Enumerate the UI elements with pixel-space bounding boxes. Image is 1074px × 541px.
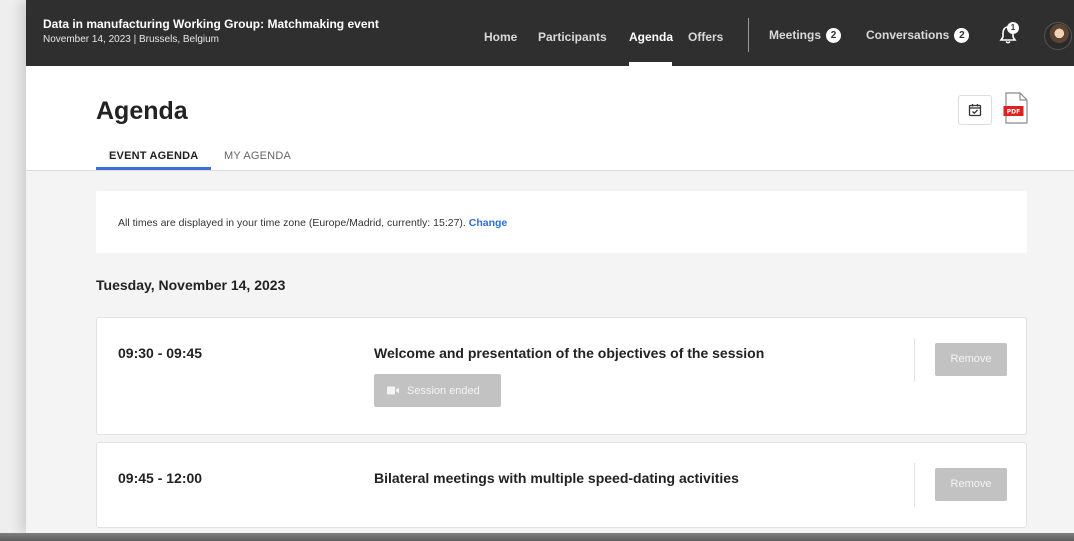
nav-offers[interactable]: Offers [688, 30, 723, 44]
nav-conversations[interactable]: Conversations 2 [866, 28, 970, 44]
remove-session-button[interactable]: Remove [935, 468, 1007, 501]
nav-divider [748, 18, 749, 52]
notifications-count-badge: 1 [1007, 22, 1019, 34]
session-ended-label: Session ended [407, 384, 480, 397]
nav-agenda[interactable]: Agenda [629, 30, 673, 44]
remove-session-button[interactable]: Remove [935, 343, 1007, 376]
nav-meetings-label: Meetings [769, 28, 822, 42]
session-time: 09:45 - 12:00 [118, 470, 203, 486]
desktop-left-edge [0, 0, 26, 533]
agenda-day-heading: Tuesday, November 14, 2023 [96, 277, 286, 293]
timezone-text: All times are displayed in your time zon… [118, 217, 466, 229]
add-to-calendar-button[interactable] [958, 95, 992, 125]
top-navigation-bar: Data in manufacturing Working Group: Mat… [26, 0, 1074, 66]
nav-meetings[interactable]: Meetings 2 [769, 28, 842, 44]
page-title: Agenda [96, 97, 188, 125]
nav-home[interactable]: Home [484, 30, 517, 44]
timezone-text-line: All times are displayed in your time zon… [118, 217, 507, 229]
change-timezone-link[interactable]: Change [469, 217, 508, 229]
active-tab-underline [96, 167, 211, 170]
conversations-count-badge: 2 [954, 28, 970, 44]
event-subtitle: November 14, 2023 | Brussels, Belgium [43, 34, 220, 45]
session-title: Welcome and presentation of the objectiv… [374, 345, 765, 361]
card-divider [914, 463, 915, 507]
event-title: Data in manufacturing Working Group: Mat… [43, 17, 379, 31]
user-avatar[interactable] [1044, 22, 1072, 50]
calendar-check-icon [968, 104, 982, 117]
browser-window: Data in manufacturing Working Group: Mat… [26, 0, 1074, 533]
session-ended-button: Session ended [374, 374, 501, 407]
nav-conversations-label: Conversations [866, 28, 950, 42]
meetings-count-badge: 2 [826, 28, 842, 44]
tab-event-agenda[interactable]: EVENT AGENDA [109, 150, 198, 162]
pdf-file-icon[interactable]: PDF [1003, 92, 1029, 124]
card-divider [914, 338, 915, 382]
session-card: 09:45 - 12:00 Bilateral meetings with mu… [96, 442, 1027, 528]
window-bottom-edge [0, 533, 1074, 541]
tab-my-agenda[interactable]: MY AGENDA [224, 150, 291, 162]
video-camera-icon [387, 386, 399, 395]
session-title: Bilateral meetings with multiple speed-d… [374, 470, 739, 486]
timezone-notice: All times are displayed in your time zon… [96, 191, 1027, 253]
page-header: Agenda EVENT AGENDA MY AGENDA PDF [26, 66, 1074, 171]
session-time: 09:30 - 09:45 [118, 345, 203, 361]
nav-participants[interactable]: Participants [538, 30, 607, 44]
session-card: 09:30 - 09:45 Welcome and presentation o… [96, 317, 1027, 435]
svg-text:PDF: PDF [1007, 109, 1020, 116]
